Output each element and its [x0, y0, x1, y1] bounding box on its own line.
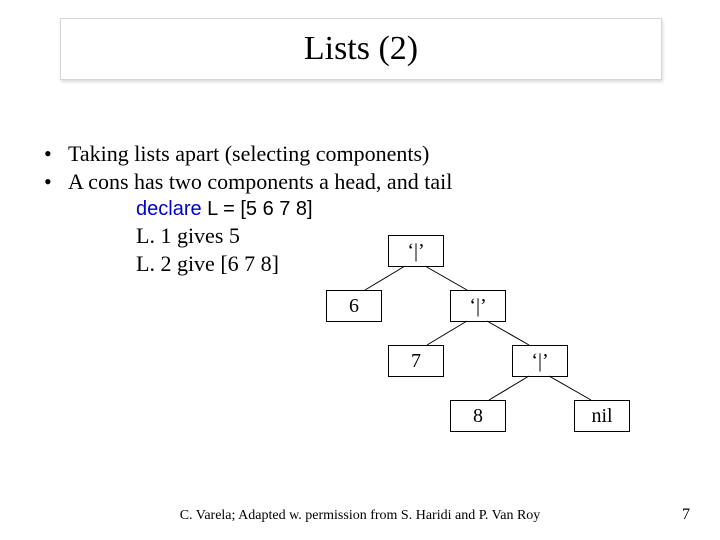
bullet-dot-icon: •: [44, 140, 68, 168]
keyword-declare: declare: [136, 198, 202, 220]
code-rest: L = [5 6 7 8]: [202, 198, 313, 220]
tree-node-cons-1: ‘|’: [388, 235, 444, 267]
tree-node-nil: nil: [574, 400, 630, 432]
tree-node-7: 7: [388, 345, 444, 377]
page-number: 7: [682, 506, 690, 524]
bullet-2-text: A cons has two components a head, and ta…: [68, 168, 452, 196]
tree-node-cons-2: ‘|’: [450, 290, 506, 322]
tree-node-cons-3: ‘|’: [512, 345, 568, 377]
bullet-dot-icon: •: [44, 168, 68, 196]
bullet-2: • A cons has two components a head, and …: [44, 168, 452, 196]
tree-node-8: 8: [450, 400, 506, 432]
bullet-1-text: Taking lists apart (selecting components…: [68, 140, 429, 168]
footer-attribution: C. Varela; Adapted w. permission from S.…: [0, 508, 720, 524]
bullet-1: • Taking lists apart (selecting componen…: [44, 140, 452, 168]
slide-title: Lists (2): [304, 30, 418, 67]
tree-node-6: 6: [326, 290, 382, 322]
slide-title-box: Lists (2): [60, 18, 662, 80]
code-line-1: declare L = [5 6 7 8]: [136, 197, 452, 222]
